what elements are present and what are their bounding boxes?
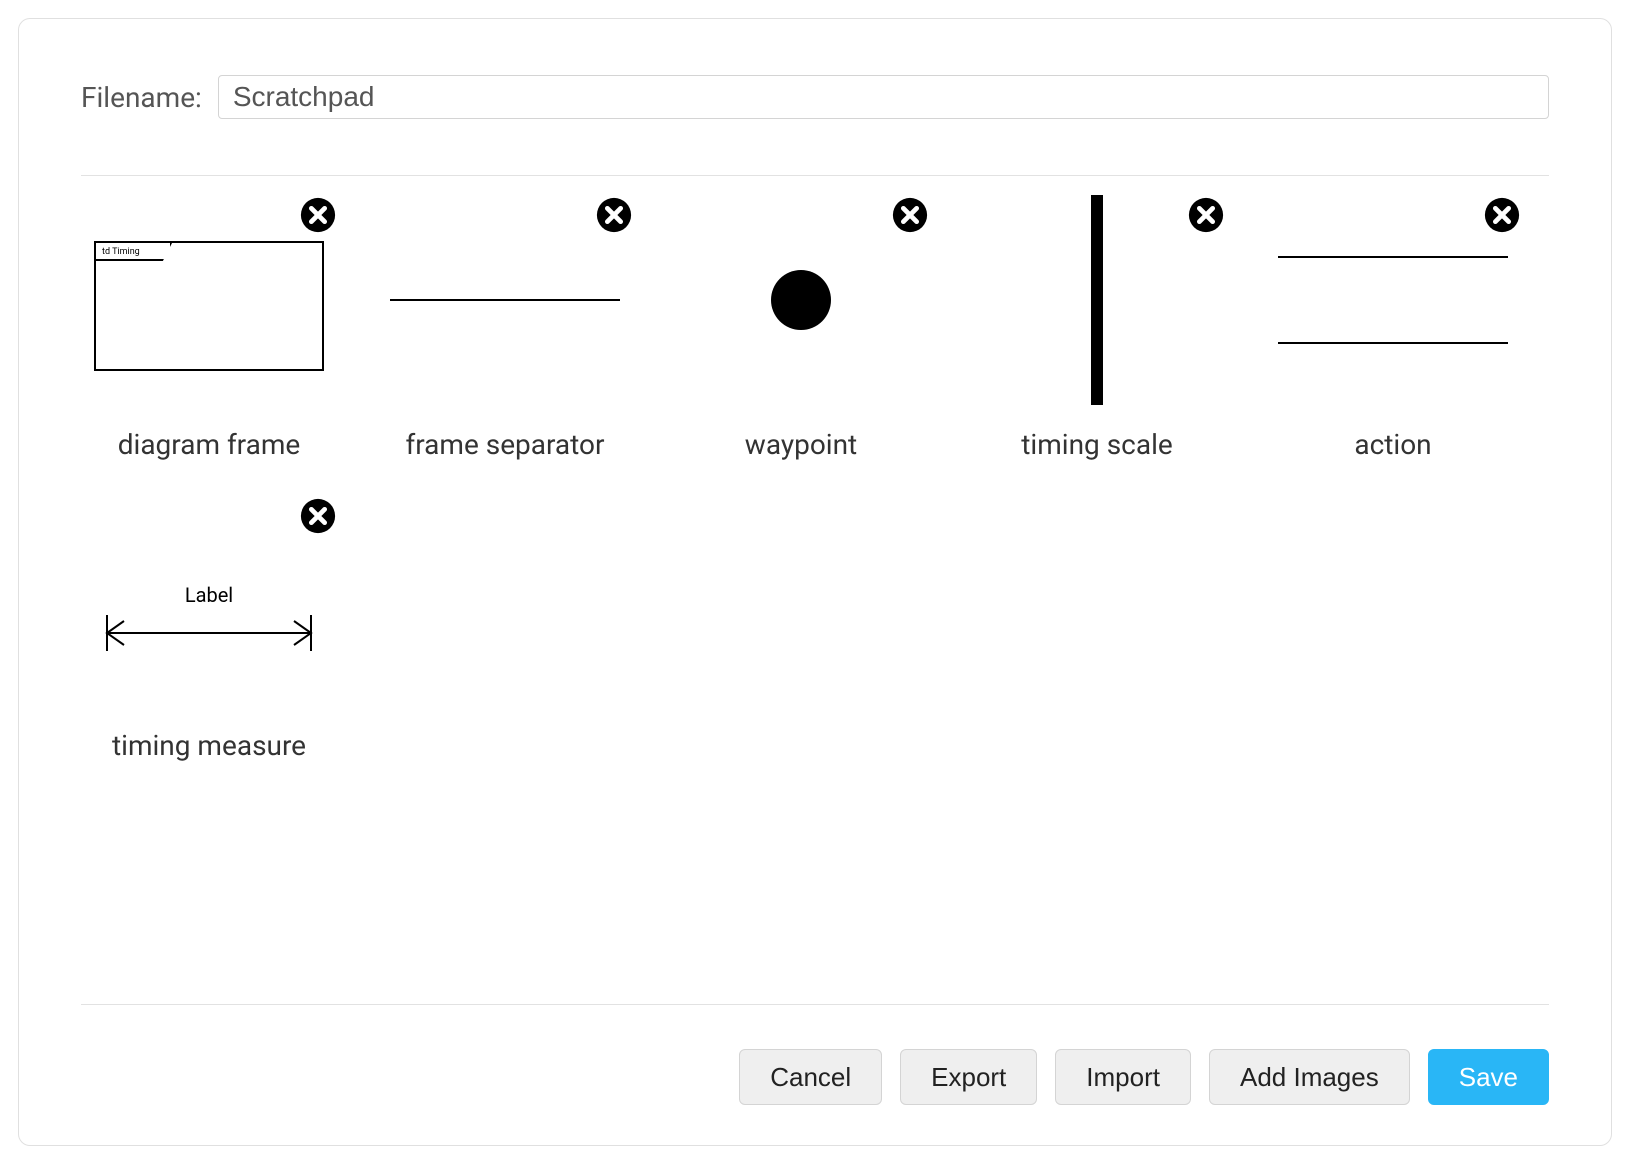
- add-images-button[interactable]: Add Images: [1209, 1049, 1410, 1105]
- timing-scale-icon: [1091, 195, 1103, 405]
- cancel-button[interactable]: Cancel: [739, 1049, 882, 1105]
- shape-card-timing-measure[interactable]: Label timing measure: [81, 501, 337, 762]
- action-icon: [1278, 256, 1508, 344]
- close-icon: [891, 196, 929, 234]
- shape-caption: timing scale: [1021, 428, 1172, 461]
- diagram-frame-icon: td Timing Diagram: [94, 241, 324, 371]
- frame-separator-icon: [390, 299, 620, 301]
- shape-preview: Label: [93, 501, 325, 701]
- remove-shape-button[interactable]: [1187, 196, 1225, 234]
- remove-shape-button[interactable]: [891, 196, 929, 234]
- filename-row: Filename:: [81, 75, 1549, 119]
- close-icon: [595, 196, 633, 234]
- filename-label: Filename:: [81, 81, 202, 114]
- shape-card-waypoint[interactable]: waypoint: [673, 200, 929, 461]
- remove-shape-button[interactable]: [299, 196, 337, 234]
- shape-caption: action: [1354, 428, 1431, 461]
- shape-card-frame-separator[interactable]: frame separator: [377, 200, 633, 461]
- shape-preview: [389, 200, 621, 400]
- export-button[interactable]: Export: [900, 1049, 1037, 1105]
- footer-row: Cancel Export Import Add Images Save: [81, 1005, 1549, 1105]
- close-icon: [1187, 196, 1225, 234]
- shape-preview: [1277, 200, 1509, 400]
- import-button[interactable]: Import: [1055, 1049, 1191, 1105]
- shape-caption: frame separator: [405, 428, 604, 461]
- waypoint-icon: [771, 270, 831, 330]
- shape-card-diagram-frame[interactable]: td Timing Diagram diagram frame: [81, 200, 337, 461]
- close-icon: [299, 196, 337, 234]
- scratchpad-panel: Filename: td Timing Diagram diagram fram…: [18, 18, 1612, 1146]
- shape-preview: [685, 200, 917, 400]
- shape-caption: timing measure: [112, 729, 306, 762]
- shape-card-action[interactable]: action: [1265, 200, 1521, 461]
- timing-measure-label: Label: [185, 583, 233, 607]
- shape-caption: waypoint: [745, 428, 857, 461]
- filename-input[interactable]: [218, 75, 1549, 119]
- shape-caption: diagram frame: [118, 428, 301, 461]
- remove-shape-button[interactable]: [299, 497, 337, 535]
- shape-preview: td Timing Diagram: [93, 200, 325, 400]
- shape-preview: [981, 200, 1213, 400]
- remove-shape-button[interactable]: [595, 196, 633, 234]
- save-button[interactable]: Save: [1428, 1049, 1549, 1105]
- shapes-area: td Timing Diagram diagram frame frame se…: [81, 176, 1549, 1004]
- diagram-frame-tab: td Timing Diagram: [96, 243, 172, 261]
- close-icon: [1483, 196, 1521, 234]
- timing-measure-icon: Label: [104, 583, 314, 653]
- close-icon: [299, 497, 337, 535]
- shape-card-timing-scale[interactable]: timing scale: [969, 200, 1225, 461]
- remove-shape-button[interactable]: [1483, 196, 1521, 234]
